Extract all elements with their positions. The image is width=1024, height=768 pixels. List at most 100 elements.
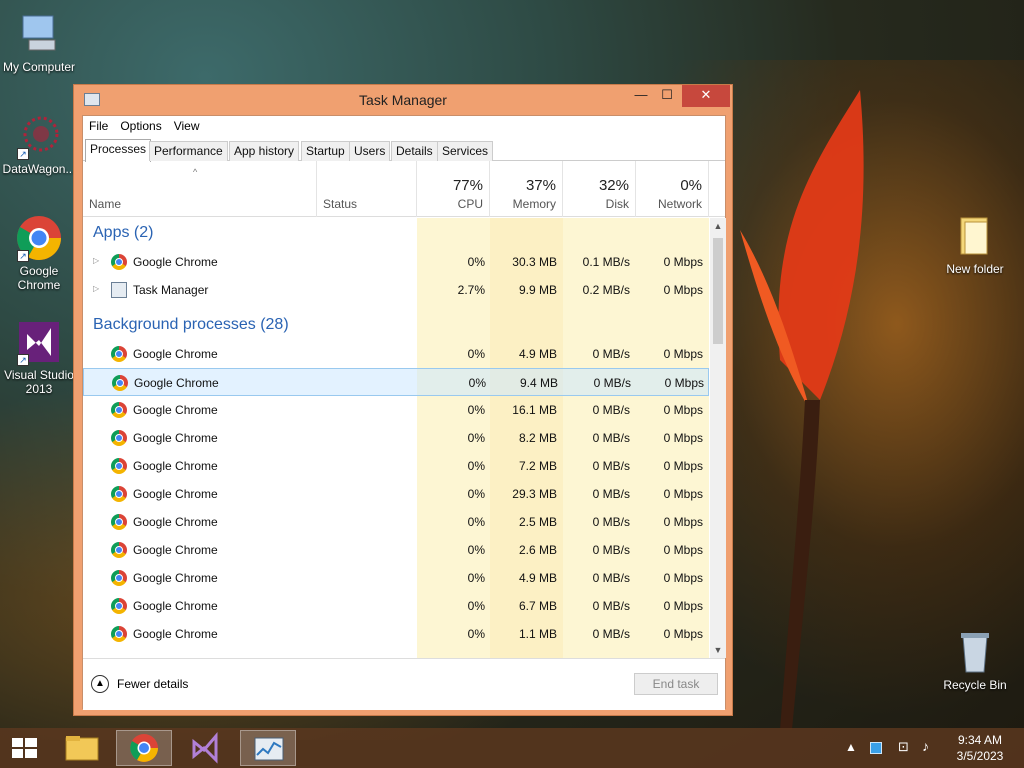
table-row[interactable]: Google Chrome 0% 2.5 MB 0 MB/s 0 Mbps bbox=[83, 508, 709, 536]
memory-value: 9.4 MB bbox=[519, 376, 558, 390]
minimize-button[interactable]: — bbox=[628, 85, 654, 107]
computer-icon bbox=[15, 10, 63, 58]
col-cpu[interactable]: 77% CPU bbox=[417, 161, 490, 217]
tab-processes[interactable]: Processes bbox=[85, 139, 152, 162]
menu-file[interactable]: File bbox=[89, 116, 114, 136]
tab-startup[interactable]: Startup bbox=[301, 141, 350, 161]
table-row[interactable]: Google Chrome 0% 16.1 MB 0 MB/s 0 Mbps bbox=[83, 396, 709, 424]
menu-bar: File Options View bbox=[83, 116, 725, 136]
chrome-icon bbox=[111, 486, 127, 502]
memory-value: 29.3 MB bbox=[512, 487, 557, 501]
table-row[interactable]: Google Chrome 0% 1.1 MB 0 MB/s 0 Mbps bbox=[83, 620, 709, 648]
column-header: ^ Name Status 77% CPU 37% Memory 32% Dis… bbox=[83, 161, 725, 217]
chrome-icon: ↗ bbox=[15, 214, 63, 262]
table-row[interactable]: ▷ Google Chrome 0% 30.3 MB 0.1 MB/s 0 Mbps bbox=[83, 248, 709, 276]
close-button[interactable]: ✕ bbox=[682, 85, 730, 107]
tab-users[interactable]: Users bbox=[349, 141, 391, 161]
end-task-button[interactable]: End task bbox=[634, 673, 718, 695]
tab-app-history[interactable]: App history bbox=[229, 141, 300, 161]
datawagon-icon: ↗ bbox=[15, 112, 63, 160]
disk-value: 0 MB/s bbox=[592, 543, 630, 557]
task-manager-window: Task Manager — ☐ ✕ File Options View Pro… bbox=[73, 84, 733, 716]
col-network[interactable]: 0% Network bbox=[636, 161, 709, 217]
show-hidden-icons-icon[interactable]: ▲ bbox=[845, 740, 857, 754]
tab-performance[interactable]: Performance bbox=[149, 141, 228, 161]
col-name[interactable]: ^ Name bbox=[83, 161, 317, 217]
clock-date[interactable]: 3/5/2023 bbox=[950, 749, 1010, 763]
network-value: 0 Mbps bbox=[663, 571, 703, 585]
network-icon[interactable]: ⊡ bbox=[898, 739, 909, 755]
chrome-icon bbox=[111, 402, 127, 418]
title-bar[interactable]: Task Manager — ☐ ✕ bbox=[74, 85, 732, 115]
desktop-icon-new-folder[interactable]: New folder bbox=[936, 212, 1014, 276]
process-name: Google Chrome bbox=[133, 487, 218, 501]
visual-studio-icon: ↗ bbox=[15, 318, 63, 366]
taskbar-visual-studio[interactable] bbox=[178, 730, 234, 766]
action-center-icon[interactable] bbox=[870, 742, 882, 754]
scroll-down-icon[interactable]: ▼ bbox=[710, 642, 726, 658]
cpu-value: 0% bbox=[467, 487, 485, 501]
table-row[interactable]: ▷ Task Manager 2.7% 9.9 MB 0.2 MB/s 0 Mbps bbox=[83, 276, 709, 304]
process-name: Google Chrome bbox=[133, 431, 218, 445]
chrome-icon bbox=[111, 626, 127, 642]
table-row[interactable]: Google Chrome 0% 4.9 MB 0 MB/s 0 Mbps bbox=[83, 564, 709, 592]
col-status[interactable]: Status bbox=[317, 161, 417, 217]
desktop-icon-datawagon[interactable]: ↗ DataWagon... bbox=[0, 112, 78, 176]
col-memory[interactable]: 37% Memory bbox=[490, 161, 563, 217]
col-disk[interactable]: 32% Disk bbox=[563, 161, 636, 217]
volume-icon[interactable]: ♪ bbox=[922, 738, 929, 754]
taskbar-task-manager[interactable] bbox=[240, 730, 296, 766]
cpu-value: 0% bbox=[467, 255, 485, 269]
cpu-value: 0% bbox=[467, 347, 485, 361]
disk-value: 0 MB/s bbox=[592, 571, 630, 585]
expand-arrow-icon[interactable]: ▷ bbox=[93, 284, 99, 293]
desktop-icon-visual-studio[interactable]: ↗ Visual Studio 2013 bbox=[0, 318, 78, 396]
process-name: Task Manager bbox=[133, 283, 209, 297]
task-manager-icon bbox=[254, 737, 284, 761]
cpu-value: 2.7% bbox=[457, 283, 485, 297]
fewer-details-button[interactable]: ▲ Fewer details bbox=[91, 675, 188, 693]
menu-view[interactable]: View bbox=[174, 116, 206, 136]
table-row[interactable]: Google Chrome 0% 9.4 MB 0 MB/s 0 Mbps bbox=[83, 368, 709, 396]
desktop-icon-google-chrome[interactable]: ↗ Google Chrome bbox=[0, 214, 78, 292]
desktop-icon-recycle-bin[interactable]: Recycle Bin bbox=[936, 628, 1014, 692]
process-name: Google Chrome bbox=[133, 459, 218, 473]
network-value: 0 Mbps bbox=[663, 487, 703, 501]
tab-details[interactable]: Details bbox=[391, 141, 438, 161]
process-name: Google Chrome bbox=[133, 599, 218, 613]
menu-options[interactable]: Options bbox=[120, 116, 167, 136]
folder-icon bbox=[65, 736, 99, 761]
desktop-icon-my-computer[interactable]: My Computer bbox=[0, 10, 78, 74]
table-row[interactable]: Google Chrome 0% 8.2 MB 0 MB/s 0 Mbps bbox=[83, 424, 709, 452]
chevron-up-icon: ▲ bbox=[91, 675, 109, 693]
start-button[interactable] bbox=[0, 730, 56, 766]
scroll-thumb[interactable] bbox=[713, 238, 723, 344]
cpu-value: 0% bbox=[467, 515, 485, 529]
disk-value: 0 MB/s bbox=[592, 487, 630, 501]
window-client: File Options View Processes Performance … bbox=[82, 115, 726, 710]
chrome-icon bbox=[111, 570, 127, 586]
table-row[interactable]: Google Chrome 0% 4.9 MB 0 MB/s 0 Mbps bbox=[83, 340, 709, 368]
table-row[interactable]: Google Chrome 0% 6.7 MB 0 MB/s 0 Mbps bbox=[83, 592, 709, 620]
vertical-scrollbar[interactable]: ▲ ▼ bbox=[710, 218, 726, 658]
disk-value: 0 MB/s bbox=[592, 627, 630, 641]
disk-value: 0 MB/s bbox=[593, 376, 631, 390]
taskbar-file-explorer[interactable] bbox=[54, 730, 110, 766]
cpu-value: 0% bbox=[467, 627, 485, 641]
disk-value: 0.1 MB/s bbox=[582, 255, 630, 269]
tab-services[interactable]: Services bbox=[437, 141, 494, 161]
table-row[interactable]: Google Chrome 0% 2.6 MB 0 MB/s 0 Mbps bbox=[83, 536, 709, 564]
network-value: 0 Mbps bbox=[663, 515, 703, 529]
memory-value: 16.1 MB bbox=[512, 403, 557, 417]
chrome-icon bbox=[130, 734, 158, 762]
maximize-button[interactable]: ☐ bbox=[654, 85, 680, 107]
clock-time[interactable]: 9:34 AM bbox=[950, 733, 1010, 747]
table-row[interactable]: Google Chrome 0% 7.2 MB 0 MB/s 0 Mbps bbox=[83, 452, 709, 480]
scroll-up-icon[interactable]: ▲ bbox=[710, 218, 726, 234]
taskbar-google-chrome[interactable] bbox=[116, 730, 172, 766]
process-list: Apps (2) ▷ Google Chrome 0% 30.3 MB 0.1 MB/s 0… bbox=[83, 218, 709, 658]
memory-value: 6.7 MB bbox=[518, 599, 557, 613]
folder-icon bbox=[951, 212, 999, 260]
expand-arrow-icon[interactable]: ▷ bbox=[93, 256, 99, 265]
table-row[interactable]: Google Chrome 0% 29.3 MB 0 MB/s 0 Mbps bbox=[83, 480, 709, 508]
